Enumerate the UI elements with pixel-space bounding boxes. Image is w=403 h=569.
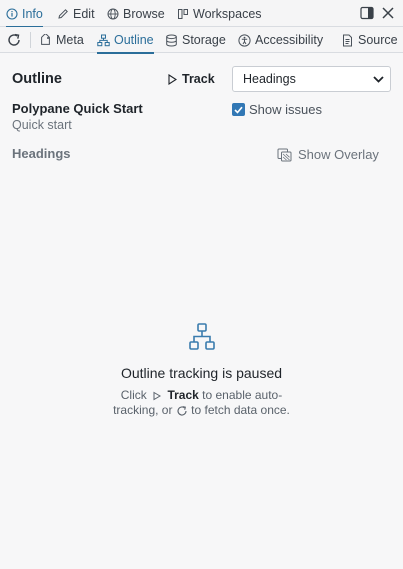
outline-tree-icon [189, 323, 215, 350]
tab-meta[interactable]: Meta [39, 27, 84, 53]
database-icon [166, 34, 177, 46]
page-subtitle: Quick start [12, 118, 72, 132]
show-overlay-label: Show Overlay [298, 147, 379, 162]
info-icon [6, 7, 18, 20]
play-icon [153, 391, 162, 401]
accessibility-icon [238, 33, 251, 47]
check-icon [234, 106, 243, 114]
top-tab-bar: Info Edit Browse Workspaces [0, 0, 403, 28]
tab-edit[interactable]: Edit [57, 0, 95, 27]
panel-title: Outline [12, 71, 62, 87]
page-name: Polypane Quick Start [12, 101, 143, 116]
tab-outline-label: Outline [114, 33, 154, 47]
desc-click: Click [120, 388, 147, 402]
tab-source-label: Source [358, 33, 398, 47]
show-issues-label: Show issues [249, 102, 322, 117]
select-value: Headings [243, 72, 296, 86]
tab-info-label: Info [22, 6, 43, 21]
tab-source[interactable]: Source [341, 27, 398, 53]
track-button-label: Track [182, 72, 215, 86]
tab-outline[interactable]: Outline [97, 27, 154, 54]
outline-type-select[interactable]: Headings [232, 66, 391, 92]
tab-accessibility-label: Accessibility [255, 33, 324, 47]
tab-browse[interactable]: Browse [107, 0, 165, 27]
sub-tab-bar: Meta Outline Storage Accessibility Sourc… [0, 27, 403, 54]
workspaces-icon [178, 8, 188, 19]
play-icon [168, 73, 177, 85]
toggle-panel-icon[interactable] [360, 6, 374, 20]
tab-accessibility[interactable]: Accessibility [238, 27, 323, 53]
document-icon [343, 34, 352, 46]
tab-workspaces[interactable]: Workspaces [177, 0, 262, 27]
empty-state-description: Click Track to enable auto-tracking, or … [100, 388, 303, 418]
outline-icon [97, 34, 110, 46]
tag-icon [41, 33, 50, 45]
desc-rest2: to fetch data once. [191, 403, 290, 417]
show-overlay-button[interactable]: Show Overlay [277, 147, 379, 162]
show-issues-checkbox[interactable] [232, 103, 245, 116]
close-icon[interactable] [381, 6, 395, 20]
show-issues-toggle[interactable]: Show issues [232, 102, 322, 117]
pencil-icon [58, 8, 68, 19]
tab-edit-label: Edit [73, 6, 95, 21]
chevron-down-icon [373, 75, 384, 83]
refresh-icon[interactable] [6, 32, 22, 48]
tab-info[interactable]: Info [6, 0, 43, 28]
tab-storage-label: Storage [182, 33, 226, 47]
tab-workspaces-label: Workspaces [193, 6, 262, 21]
tab-browse-label: Browse [123, 6, 165, 21]
globe-icon [107, 8, 119, 19]
refresh-icon [177, 405, 187, 416]
section-heading: Headings [12, 146, 71, 161]
overlay-icon [277, 148, 292, 161]
track-button[interactable]: Track [168, 70, 215, 88]
empty-state-title: Outline tracking is paused [120, 365, 283, 381]
tab-storage[interactable]: Storage [165, 27, 226, 53]
tab-meta-label: Meta [56, 33, 84, 47]
divider [30, 32, 31, 48]
desc-track: Track [167, 388, 199, 402]
